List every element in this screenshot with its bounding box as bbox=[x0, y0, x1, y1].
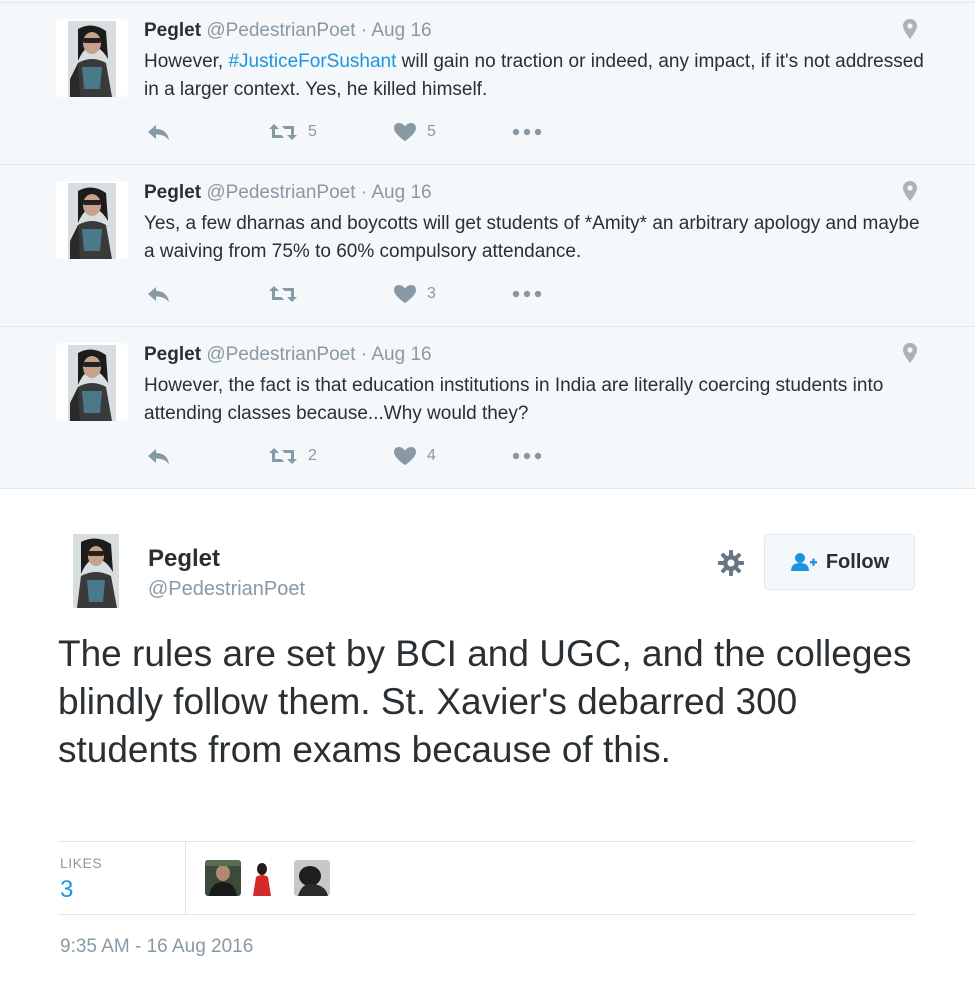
reply-button[interactable] bbox=[146, 119, 172, 145]
tweet-stats: LIKES 3 bbox=[58, 841, 915, 915]
avatar[interactable] bbox=[56, 19, 128, 97]
like-button[interactable]: 4 bbox=[393, 443, 436, 469]
follow-button[interactable]: Follow bbox=[764, 534, 915, 590]
tweet-actions: 2 4 bbox=[144, 443, 564, 469]
tweet-header: Peglet @PedestrianPoet · Aug 16 bbox=[144, 343, 432, 367]
retweet-button[interactable] bbox=[268, 281, 298, 307]
conversation-thread: Peglet @PedestrianPoet · Aug 16 However,… bbox=[0, 0, 975, 489]
tweet-timestamp[interactable]: 9:35 AM - 16 Aug 2016 bbox=[60, 936, 253, 958]
heart-icon bbox=[394, 123, 416, 141]
avatar-image bbox=[56, 181, 128, 259]
more-icon bbox=[512, 128, 542, 136]
retweet-count: 5 bbox=[308, 123, 317, 140]
tweet-header: Peglet @PedestrianPoet · Aug 16 bbox=[144, 19, 432, 43]
avatar-image bbox=[56, 343, 128, 421]
hashtag-link[interactable]: #JusticeForSushant bbox=[228, 51, 396, 72]
separator: · bbox=[360, 182, 368, 203]
like-button[interactable]: 3 bbox=[393, 281, 436, 307]
follow-user-icon bbox=[790, 553, 817, 571]
tweet-text-part: However, bbox=[144, 51, 229, 72]
retweet-button[interactable]: 2 bbox=[268, 443, 317, 469]
follow-label: Follow bbox=[825, 550, 890, 573]
avatar-image bbox=[73, 534, 119, 608]
author-handle[interactable]: @PedestrianPoet bbox=[206, 344, 355, 365]
reply-icon bbox=[148, 287, 169, 302]
reply-button[interactable] bbox=[146, 281, 172, 307]
tweet-text: However, the fact is that education inst… bbox=[144, 372, 934, 428]
more-icon bbox=[512, 290, 542, 298]
likes-count[interactable]: 3 bbox=[60, 876, 73, 904]
avatar-image bbox=[294, 860, 330, 896]
retweet-icon bbox=[269, 448, 297, 464]
tweet-text-part: However, the fact is that education inst… bbox=[144, 375, 884, 424]
avatar[interactable] bbox=[73, 534, 119, 608]
avatar[interactable] bbox=[56, 343, 128, 421]
avatar-image bbox=[205, 860, 241, 896]
more-button[interactable] bbox=[512, 443, 542, 469]
retweet-count: 2 bbox=[308, 447, 317, 464]
retweet-button[interactable]: 5 bbox=[268, 119, 317, 145]
tweet-actions: 5 5 bbox=[144, 119, 564, 145]
likes-label[interactable]: LIKES bbox=[60, 855, 102, 871]
liker-avatar[interactable] bbox=[294, 860, 330, 896]
reply-icon bbox=[148, 125, 169, 140]
tweet-actions: 3 bbox=[144, 281, 564, 307]
tweet-text: The rules are set by BCI and UGC, and th… bbox=[58, 633, 912, 770]
retweet-icon bbox=[269, 286, 297, 302]
heart-icon bbox=[394, 447, 416, 465]
separator: · bbox=[360, 344, 368, 365]
tweet-date[interactable]: Aug 16 bbox=[371, 20, 431, 41]
divider bbox=[185, 842, 186, 914]
like-count: 5 bbox=[427, 123, 436, 140]
thread-tweet[interactable]: Peglet @PedestrianPoet · Aug 16 However,… bbox=[0, 326, 975, 489]
author-handle[interactable]: @PedestrianPoet bbox=[148, 578, 305, 601]
more-button[interactable] bbox=[512, 119, 542, 145]
tweet-text-part: Yes, a few dharnas and boycotts will get… bbox=[144, 213, 920, 262]
like-count: 3 bbox=[427, 285, 436, 302]
gear-icon[interactable] bbox=[717, 549, 745, 577]
reply-button[interactable] bbox=[146, 443, 172, 469]
author-name[interactable]: Peglet bbox=[144, 20, 201, 41]
reply-icon bbox=[148, 449, 169, 464]
tweet-text: However, #JusticeForSushant will gain no… bbox=[144, 48, 934, 104]
tweet-date[interactable]: Aug 16 bbox=[371, 344, 431, 365]
tweet-header: Peglet @PedestrianPoet · Aug 16 bbox=[144, 181, 432, 205]
avatar[interactable] bbox=[56, 181, 128, 259]
tweet-text: Yes, a few dharnas and boycotts will get… bbox=[144, 210, 934, 266]
liker-avatar[interactable] bbox=[250, 860, 274, 896]
like-button[interactable]: 5 bbox=[393, 119, 436, 145]
more-button[interactable] bbox=[512, 281, 542, 307]
liker-avatar[interactable] bbox=[205, 860, 241, 896]
permalink-tweet: Peglet @PedestrianPoet Follow The rules … bbox=[0, 490, 975, 981]
avatar-image bbox=[56, 19, 128, 97]
author-name[interactable]: Peglet bbox=[148, 545, 220, 573]
location-pin-icon[interactable] bbox=[902, 180, 918, 202]
heart-icon bbox=[394, 285, 416, 303]
location-pin-icon[interactable] bbox=[902, 18, 918, 40]
location-pin-icon[interactable] bbox=[902, 342, 918, 364]
avatar-image bbox=[250, 860, 274, 896]
retweet-icon bbox=[269, 124, 297, 140]
like-count: 4 bbox=[427, 447, 436, 464]
author-name[interactable]: Peglet bbox=[144, 344, 201, 365]
author-name[interactable]: Peglet bbox=[144, 182, 201, 203]
thread-tweet[interactable]: Peglet @PedestrianPoet · Aug 16 However,… bbox=[0, 2, 975, 165]
author-handle[interactable]: @PedestrianPoet bbox=[206, 182, 355, 203]
more-icon bbox=[512, 452, 542, 460]
tweet-date[interactable]: Aug 16 bbox=[371, 182, 431, 203]
thread-tweet[interactable]: Peglet @PedestrianPoet · Aug 16 Yes, a f… bbox=[0, 164, 975, 327]
separator: · bbox=[360, 20, 368, 41]
author-handle[interactable]: @PedestrianPoet bbox=[206, 20, 355, 41]
